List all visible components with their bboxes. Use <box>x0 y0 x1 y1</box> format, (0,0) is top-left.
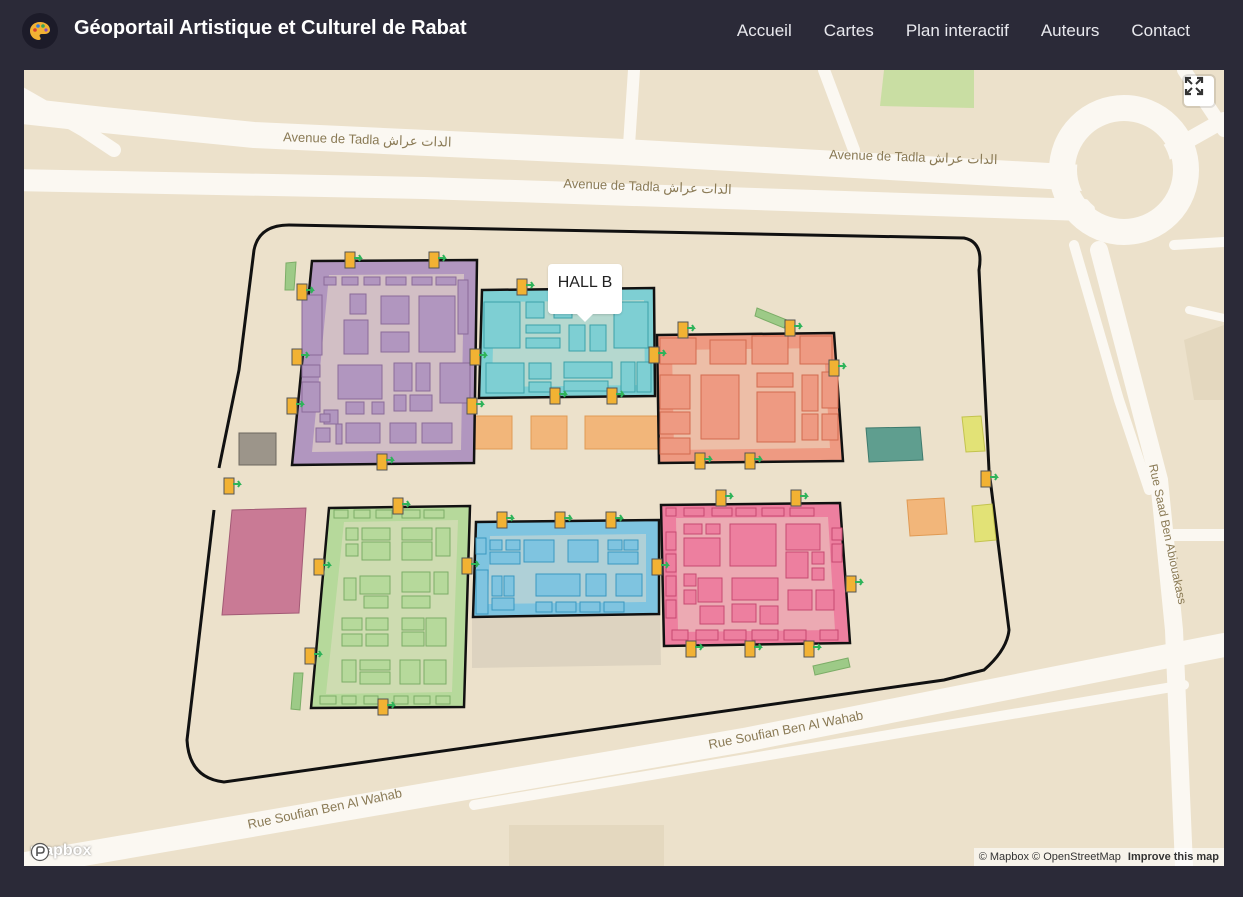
block-orange-2 <box>530 415 568 450</box>
main-nav: Accueil Cartes Plan interactif Auteurs C… <box>737 21 1190 41</box>
site-title: Géoportail Artistique et Culturel de Rab… <box>74 17 467 39</box>
block-orange-1 <box>473 415 513 450</box>
hall-pink[interactable] <box>659 501 852 648</box>
hall-purple[interactable] <box>290 258 479 467</box>
fullscreen-icon <box>1184 76 1204 96</box>
block-maroon <box>221 507 307 616</box>
entrance-icon[interactable] <box>466 397 485 415</box>
entrance-icon[interactable] <box>845 575 864 593</box>
block-orange-4 <box>906 497 948 537</box>
hall-blue[interactable] <box>471 518 661 619</box>
nav-accueil[interactable]: Accueil <box>737 21 792 41</box>
green-strip-1 <box>284 261 297 291</box>
palette-icon <box>30 22 50 40</box>
fullscreen-button[interactable] <box>1184 76 1214 106</box>
block-teal <box>865 426 924 463</box>
improve-map-link[interactable]: Improve this map <box>1128 851 1219 863</box>
green-strip-4 <box>812 657 851 676</box>
attribution-text[interactable]: © Mapbox © OpenStreetMap <box>979 851 1121 863</box>
map-svg[interactable]: Avenue de Tadla الدات عراش Avenue de Tad… <box>24 70 1224 866</box>
hall-salmon[interactable] <box>655 331 845 465</box>
land-parcel <box>1184 325 1224 400</box>
entrance-icon[interactable] <box>980 470 999 488</box>
green-strip-3 <box>290 672 304 711</box>
block-sand <box>472 610 661 668</box>
nav-contact[interactable]: Contact <box>1131 21 1190 41</box>
green-strip-2 <box>754 307 788 329</box>
nav-plan-interactif[interactable]: Plan interactif <box>906 21 1009 41</box>
block-orange-3 <box>584 415 660 450</box>
block-yellow-1 <box>961 415 986 453</box>
navbar: Géoportail Artistique et Culturel de Rab… <box>0 0 1243 62</box>
park-area <box>880 70 974 108</box>
nav-auteurs[interactable]: Auteurs <box>1041 21 1100 41</box>
land-parcel <box>509 825 664 866</box>
nav-cartes[interactable]: Cartes <box>824 21 874 41</box>
hall-popup: HALL B <box>548 264 622 322</box>
hall-green[interactable] <box>309 504 472 710</box>
mapbox-icon <box>30 842 50 862</box>
map-canvas[interactable]: Avenue de Tadla الدات عراش Avenue de Tad… <box>24 70 1224 866</box>
map-attribution: © Mapbox © OpenStreetMap Improve this ma… <box>973 848 1224 866</box>
entrance-icon[interactable] <box>828 359 847 377</box>
entrance-icon[interactable] <box>223 477 242 495</box>
roundabout-center <box>1077 123 1171 217</box>
mapbox-logo[interactable]: mapbox <box>30 842 91 862</box>
block-yellow-2 <box>971 503 997 543</box>
block-grey <box>238 432 277 466</box>
site-logo[interactable] <box>22 13 58 49</box>
